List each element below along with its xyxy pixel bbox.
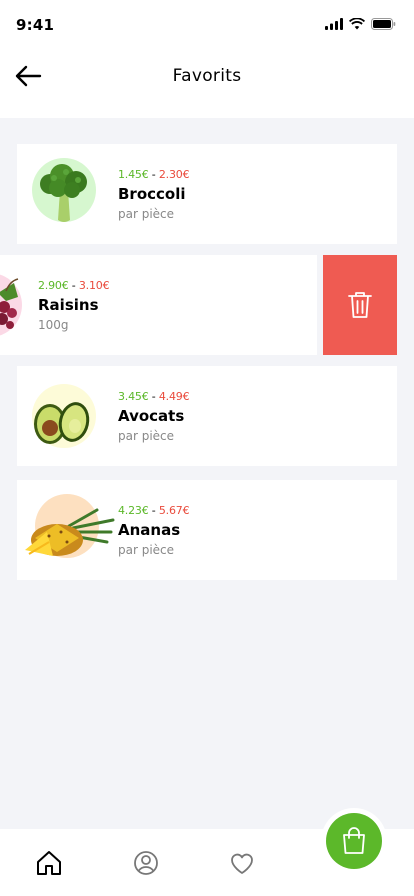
shopping-bag-icon — [343, 827, 365, 854]
battery-icon — [371, 18, 396, 30]
item-name: Ananas — [118, 521, 181, 539]
broccoli-image — [32, 158, 96, 222]
price-high: 4.49€ — [158, 390, 190, 403]
pineapple-image — [25, 494, 115, 558]
price-range: 3.45€ - 4.49€ — [118, 390, 190, 403]
status-time: 9:41 — [16, 16, 55, 34]
home-icon — [37, 851, 61, 875]
status-bar: 9:41 — [0, 0, 414, 44]
top-bar: 9:41 Favorits — [0, 0, 414, 118]
price-high: 3.10€ — [78, 279, 110, 292]
status-icons — [325, 18, 396, 30]
grapes-image — [0, 273, 22, 337]
price-high: 2.30€ — [158, 168, 190, 181]
price-separator: - — [151, 390, 156, 403]
signal-icon — [325, 18, 343, 30]
cart-button[interactable] — [326, 813, 382, 869]
page-title: Favorits — [172, 66, 242, 86]
price-range: 4.23€ - 5.67€ — [118, 504, 190, 517]
price-low: 3.45€ — [118, 390, 149, 403]
item-name: Avocats — [118, 407, 185, 425]
heart-icon — [231, 853, 253, 874]
price-high: 5.67€ — [158, 504, 190, 517]
item-unit: par pièce — [118, 543, 175, 557]
tab-home[interactable] — [35, 849, 63, 877]
price-separator: - — [71, 279, 76, 292]
favorite-item-raisins[interactable]: 2.90€ - 3.10€ Raisins 100g — [0, 255, 317, 355]
item-unit: 100g — [38, 318, 69, 332]
price-range: 1.45€ - 2.30€ — [118, 168, 190, 181]
favorite-item-avocats[interactable]: 3.45€ - 4.49€ Avocats par pièce — [17, 366, 397, 466]
price-range: 2.90€ - 3.10€ — [38, 279, 110, 292]
price-separator: - — [151, 168, 156, 181]
price-separator: - — [151, 504, 156, 517]
cart-button-ring — [321, 808, 387, 874]
tab-favorites[interactable] — [228, 849, 256, 877]
item-unit: par pièce — [118, 429, 175, 443]
tab-profile[interactable] — [132, 849, 160, 877]
favorite-item-ananas[interactable]: 4.23€ - 5.67€ Ananas par pièce — [17, 480, 397, 580]
wifi-icon — [349, 18, 365, 30]
item-unit: par pièce — [118, 207, 175, 221]
item-name: Raisins — [38, 296, 99, 314]
avocado-image — [32, 384, 96, 448]
favorite-item-broccoli[interactable]: 1.45€ - 2.30€ Broccoli par pièce — [17, 144, 397, 244]
delete-button[interactable] — [323, 255, 397, 355]
price-low: 2.90€ — [38, 279, 69, 292]
user-icon — [134, 851, 158, 875]
item-name: Broccoli — [118, 185, 186, 203]
price-low: 1.45€ — [118, 168, 149, 181]
price-low: 4.23€ — [118, 504, 149, 517]
trash-icon — [348, 292, 372, 318]
